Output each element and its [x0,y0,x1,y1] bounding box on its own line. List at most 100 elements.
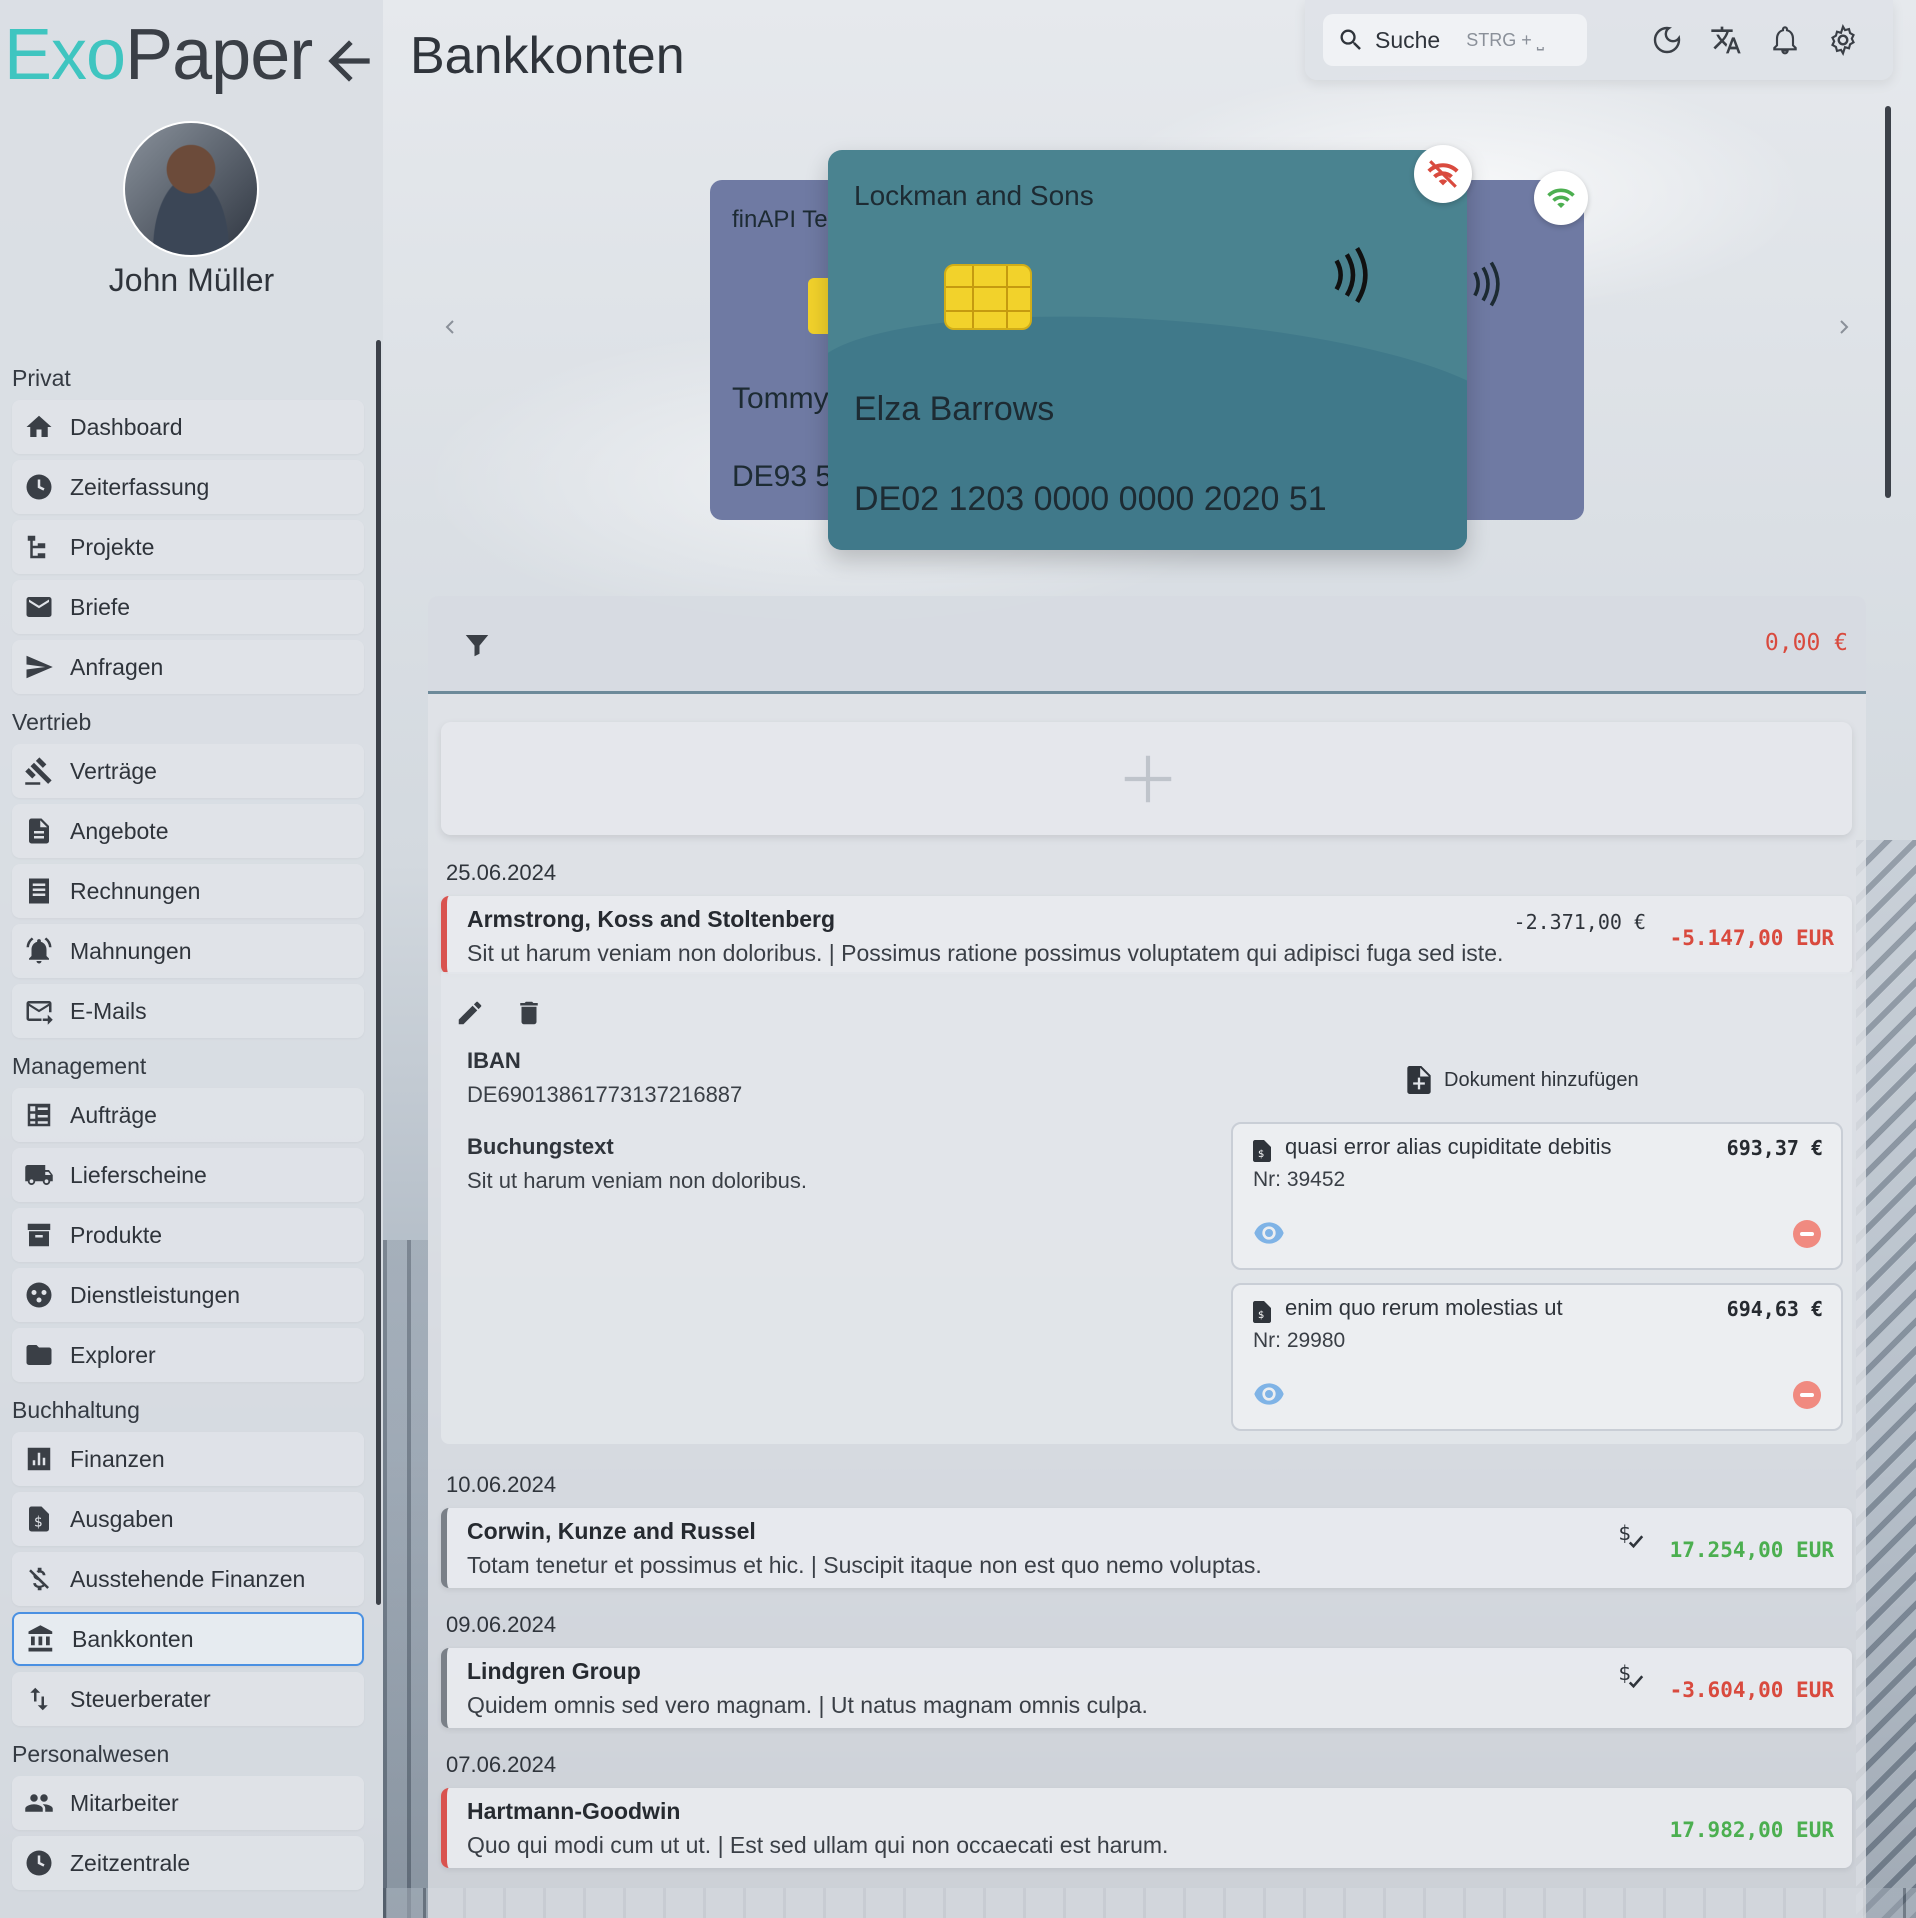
translate-icon[interactable] [1710,24,1742,56]
transaction-row[interactable]: Corwin, Kunze and Russel Totam tenetur e… [441,1508,1852,1588]
sidebar-nav: Privat Dashboard Zeiterfassung Projekte Brie… [12,352,364,1896]
sidebar-item-lieferscheine[interactable]: Lieferscheine [12,1148,364,1202]
sidebar-item-label: Dashboard [70,413,183,440]
sidebar-item-label: Anfragen [70,653,164,680]
sidebar-item-mitarbeiter[interactable]: Mitarbeiter [12,1776,364,1830]
app-logo[interactable]: ExoPaper [4,14,313,96]
background-building-left [383,1240,428,1918]
sidebar-item-mahnungen[interactable]: Mahnungen [12,924,364,978]
add-transaction-button[interactable] [441,722,1852,835]
sidebar-item-label: Angebote [70,817,169,844]
sidebar-scrollbar[interactable] [376,340,381,1605]
transaction-name: Hartmann-Goodwin [467,1798,681,1824]
iban-label: IBAN [467,1048,521,1073]
sidebar-item-produkte[interactable]: Produkte [12,1208,364,1262]
sidebar-item-label: Explorer [70,1341,156,1368]
logo-exo: Exo [4,15,126,95]
transaction-row[interactable]: Armstrong, Koss and Stoltenberg Sit ut h… [441,896,1852,974]
eye-icon[interactable] [1253,1383,1285,1405]
sidebar-item-angebote[interactable]: Angebote [12,804,364,858]
dollar-check-icon: $ [1619,1521,1644,1549]
wifi-off-icon [1427,160,1459,188]
trash-icon[interactable] [514,998,544,1028]
sidebar-item-briefe[interactable]: Briefe [12,580,364,634]
sidebar-item-ausstehende-finanzen[interactable]: Ausstehende Finanzen [12,1552,364,1606]
card-bank-name: Lockman and Sons [854,180,1094,211]
sidebar: ExoPaper John Müller Privat Dashboard Zeit… [0,0,383,1918]
sidebar-item-label: Produkte [70,1221,163,1248]
eye-icon[interactable] [1253,1222,1285,1244]
sidebar-item-zeiterfassung[interactable]: Zeiterfassung [12,460,364,514]
back-arrow-icon[interactable] [318,30,380,92]
sidebar-section-title: Vertrieb [12,709,92,735]
sidebar-item-zeitzentrale[interactable]: Zeitzentrale [12,1836,364,1890]
add-document-button[interactable]: Dokument hinzufügen [1406,1066,1639,1094]
carousel-next-icon[interactable] [1832,312,1856,342]
project-tree-icon [27,535,46,559]
contactless-icon [1334,247,1368,303]
transaction-row[interactable]: Hartmann-Goodwin Quo qui modi cum ut ut.… [441,1788,1852,1868]
sidebar-item-steuerberater[interactable]: Steuerberater [12,1672,364,1726]
svg-text:$: $ [1258,1310,1264,1321]
card-wifi-off-badge[interactable] [1414,145,1472,203]
bell-icon[interactable] [1769,24,1801,56]
avatar[interactable] [123,121,259,257]
file-plus-icon [1407,1066,1431,1094]
sidebar-section-title: Privat [12,365,71,391]
search-input[interactable]: Suche STRG + ⎵ [1323,14,1587,66]
edit-icon[interactable] [455,998,485,1028]
transaction-detail: IBAN DE69013861773137216887 Buchungstext… [441,972,1852,1444]
transaction-partial-amount: -2.371,00 € [1513,910,1646,934]
user-name: John Müller [108,262,275,298]
document-title: enim quo rerum molestias ut [1285,1295,1563,1320]
date-header: 09.06.2024 [446,1612,557,1637]
svg-text:$: $ [34,1515,43,1531]
gear-icon[interactable] [1827,24,1859,56]
sidebar-item-rechnungen[interactable]: Rechnungen [12,864,364,918]
clock-icon [26,474,52,500]
sidebar-item-e-mails[interactable]: E-Mails [12,984,364,1038]
linked-document: $ enim quo rerum molestias ut 694,63 € N… [1231,1283,1843,1431]
page-title: Bankkonten [410,27,685,85]
svg-text:$: $ [1619,1661,1632,1685]
sidebar-item-ausgaben[interactable]: $ Ausgaben [12,1492,364,1546]
sidebar-item-verträge[interactable]: Verträge [12,744,364,798]
order-list-icon [27,1103,51,1127]
dollar-check-icon: $ [1619,1661,1644,1689]
sidebar-item-bankkonten[interactable]: Bankkonten [12,1612,364,1666]
remove-document-button[interactable] [1793,1220,1821,1248]
sidebar-item-finanzen[interactable]: Finanzen [12,1432,364,1486]
sidebar-item-anfragen[interactable]: Anfragen [12,640,364,694]
document-dollar-icon: $ [1253,1301,1271,1323]
dark-mode-icon[interactable] [1651,24,1683,56]
transaction-description: Quo qui modi cum ut ut. | Est sed ullam … [467,1832,1169,1858]
transaction-amount: -5.147,00 EUR [1669,926,1834,950]
card-next-wifi-badge[interactable] [1534,171,1588,225]
booking-text-value: Sit ut harum veniam non doloribus. [467,1168,807,1193]
sidebar-item-label: Mahnungen [70,937,192,964]
transaction-row[interactable]: Lindgren Group Quidem omnis sed vero mag… [441,1648,1852,1728]
main-scrollbar[interactable] [1885,106,1891,498]
sidebar-item-dashboard[interactable]: Dashboard [12,400,364,454]
sidebar-item-label: Projekte [70,533,155,560]
send-icon [26,655,53,679]
wifi-icon [1547,188,1575,208]
sidebar-item-label: Rechnungen [70,877,201,904]
sidebar-section-title: Management [12,1053,147,1079]
carousel-prev-icon[interactable] [438,312,462,342]
iban-value: DE69013861773137216887 [467,1082,743,1107]
remove-document-button[interactable] [1793,1381,1821,1409]
transaction-amount: 17.254,00 EUR [1669,1538,1834,1562]
sidebar-item-projekte[interactable]: Projekte [12,520,364,574]
sidebar-item-dienstleistungen[interactable]: Dienstleistungen [12,1268,364,1322]
receipt-icon [29,878,49,904]
transaction-amount: 17.982,00 EUR [1669,1818,1834,1842]
clock-icon [26,1850,52,1876]
sidebar-item-aufträge[interactable]: Aufträge [12,1088,364,1142]
sidebar-item-explorer[interactable]: Explorer [12,1328,364,1382]
filter-icon[interactable] [462,630,492,660]
bank-card-active[interactable]: Lockman and Sons Elza Barrows DE02 1203 … [828,150,1467,550]
transaction-name: Corwin, Kunze and Russel [467,1518,756,1544]
home-icon [26,415,52,437]
top-toolbar: Suche STRG + ⎵ [1305,0,1893,80]
